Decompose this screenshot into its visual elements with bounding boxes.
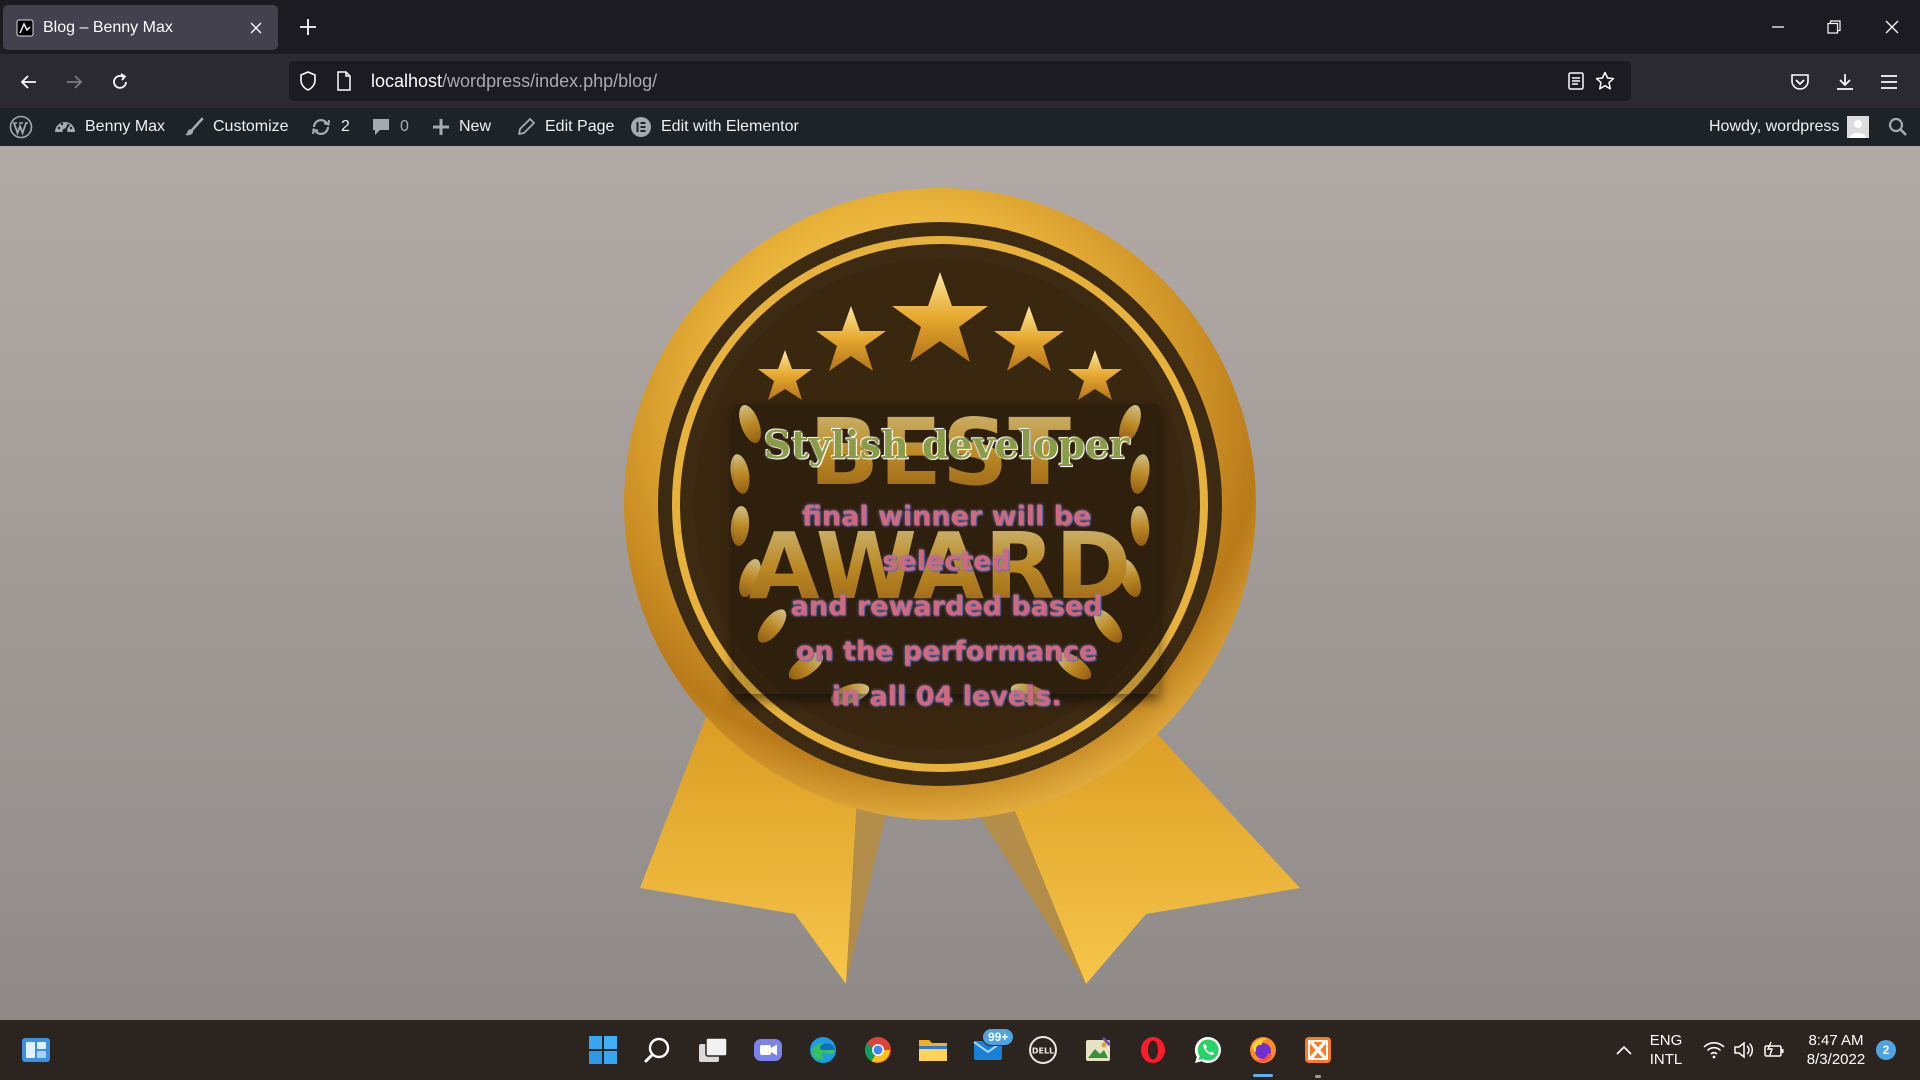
downloads-icon[interactable] xyxy=(1830,67,1860,97)
customize-label: Customize xyxy=(213,118,289,135)
start-windows-icon[interactable] xyxy=(583,1030,623,1070)
xampp-icon[interactable] xyxy=(1298,1030,1338,1070)
mail-badge: 99+ xyxy=(982,1028,1015,1046)
wp-admin-bar: Benny Max Customize 2 0 New Edit Page Ed… xyxy=(0,108,1920,146)
new-tab-button[interactable] xyxy=(295,14,321,40)
tab-strip: Blog – Benny Max xyxy=(0,0,1920,54)
notification-count-badge[interactable]: 2 xyxy=(1876,1040,1896,1060)
pocket-icon[interactable] xyxy=(1785,67,1815,97)
admin-bar-search-icon[interactable] xyxy=(1888,108,1908,146)
file-explorer-icon[interactable] xyxy=(913,1030,953,1070)
award-line: in all 04 levels. xyxy=(831,681,1062,712)
image-viewer-icon[interactable] xyxy=(1078,1030,1118,1070)
comment-bubble-icon xyxy=(371,117,391,137)
award-line: final winner will be xyxy=(801,501,1092,532)
edge-browser-icon[interactable] xyxy=(803,1030,843,1070)
site-name-label: Benny Max xyxy=(85,118,166,135)
admin-bar-my-account[interactable]: Howdy, wordpress xyxy=(1709,108,1870,146)
windows-taskbar: 99+ DELL ENG INTL 8:47 AM 8/3/2022 2 xyxy=(0,1020,1920,1080)
admin-bar-comments[interactable]: 0 xyxy=(371,108,409,146)
paintbrush-icon xyxy=(184,117,204,137)
search-icon[interactable] xyxy=(638,1030,678,1070)
tracking-protection-shield-icon[interactable] xyxy=(297,70,319,92)
page-info-icon[interactable] xyxy=(333,70,355,92)
admin-bar-customize[interactable]: Customize xyxy=(184,108,289,146)
award-line: on the performance xyxy=(795,636,1098,667)
url-path: /wordpress/index.php/blog/ xyxy=(442,70,658,91)
elementor-icon xyxy=(630,116,652,138)
howdy-label: Howdy, wordpress xyxy=(1709,118,1840,135)
url-bar[interactable]: localhost/wordpress/index.php/blog/ xyxy=(289,61,1631,101)
award-line: selected xyxy=(882,546,1011,577)
back-button[interactable] xyxy=(14,67,44,97)
teams-chat-icon[interactable] xyxy=(748,1030,788,1070)
whatsapp-icon[interactable] xyxy=(1188,1030,1228,1070)
forward-button[interactable] xyxy=(59,67,89,97)
browser-tab[interactable]: Blog – Benny Max xyxy=(3,5,278,50)
plus-icon xyxy=(432,118,450,136)
app-menu-icon[interactable] xyxy=(1874,67,1904,97)
reader-view-icon[interactable] xyxy=(1565,70,1587,92)
svg-text:DELL: DELL xyxy=(1032,1047,1054,1056)
url-text: localhost/wordpress/index.php/blog/ xyxy=(371,71,657,92)
reload-button[interactable] xyxy=(105,67,135,97)
language-indicator[interactable]: ENG INTL xyxy=(1644,1031,1688,1069)
show-hidden-icons-chevron-icon[interactable] xyxy=(1604,1030,1644,1070)
firefox-active-indicator xyxy=(1253,1074,1273,1077)
site-favicon-icon xyxy=(15,18,35,38)
navigation-toolbar: localhost/wordpress/index.php/blog/ xyxy=(0,54,1920,108)
firefox-browser-icon[interactable] xyxy=(1243,1030,1283,1070)
clock-date: 8/3/2022 xyxy=(1806,1051,1866,1068)
task-view-icon[interactable] xyxy=(693,1030,733,1070)
admin-bar-updates[interactable]: 2 xyxy=(310,108,350,146)
admin-bar-site-name[interactable]: Benny Max xyxy=(54,108,165,146)
award-card: Stylish developer final winner will be s… xyxy=(734,404,1159,712)
widgets-icon[interactable] xyxy=(16,1030,56,1070)
url-host: localhost xyxy=(371,70,443,91)
clock-time: 8:47 AM xyxy=(1808,1032,1864,1049)
admin-bar-new[interactable]: New xyxy=(432,108,491,146)
new-label: New xyxy=(459,118,492,135)
chrome-browser-icon[interactable] xyxy=(858,1030,898,1070)
page-content: BEST AWARD Stylish developer final winne… xyxy=(0,146,1920,1020)
updates-icon xyxy=(310,117,332,137)
dashboard-icon xyxy=(54,117,76,137)
opera-browser-icon[interactable] xyxy=(1133,1030,1173,1070)
xampp-running-indicator xyxy=(1315,1075,1321,1078)
edit-elementor-label: Edit with Elementor xyxy=(661,118,799,135)
keyboard-layout-label: INTL xyxy=(1649,1051,1683,1068)
clock[interactable]: 8:47 AM 8/3/2022 xyxy=(1796,1031,1876,1069)
award-title: Stylish developer xyxy=(763,422,1130,467)
tab-title: Blog – Benny Max xyxy=(43,18,173,36)
award-line: and rewarded based xyxy=(790,591,1103,622)
updates-count: 2 xyxy=(341,118,350,135)
dell-app-icon[interactable]: DELL xyxy=(1023,1030,1063,1070)
pencil-icon xyxy=(516,117,536,137)
restore-button[interactable] xyxy=(1816,10,1852,44)
minimize-button[interactable] xyxy=(1760,10,1796,44)
admin-bar-edit-page[interactable]: Edit Page xyxy=(516,108,614,146)
comments-count: 0 xyxy=(400,118,409,135)
close-window-button[interactable] xyxy=(1874,10,1910,44)
wordpress-logo-icon[interactable] xyxy=(9,108,33,146)
language-label: ENG xyxy=(1649,1032,1683,1049)
battery-charging-icon[interactable] xyxy=(1754,1030,1794,1070)
bookmark-star-icon[interactable] xyxy=(1594,70,1616,92)
admin-bar-edit-elementor[interactable]: Edit with Elementor xyxy=(630,108,799,146)
tab-close-icon[interactable] xyxy=(246,18,266,38)
edit-page-label: Edit Page xyxy=(545,118,615,135)
award-description: final winner will be selected and reward… xyxy=(734,494,1159,719)
avatar xyxy=(1847,116,1870,138)
